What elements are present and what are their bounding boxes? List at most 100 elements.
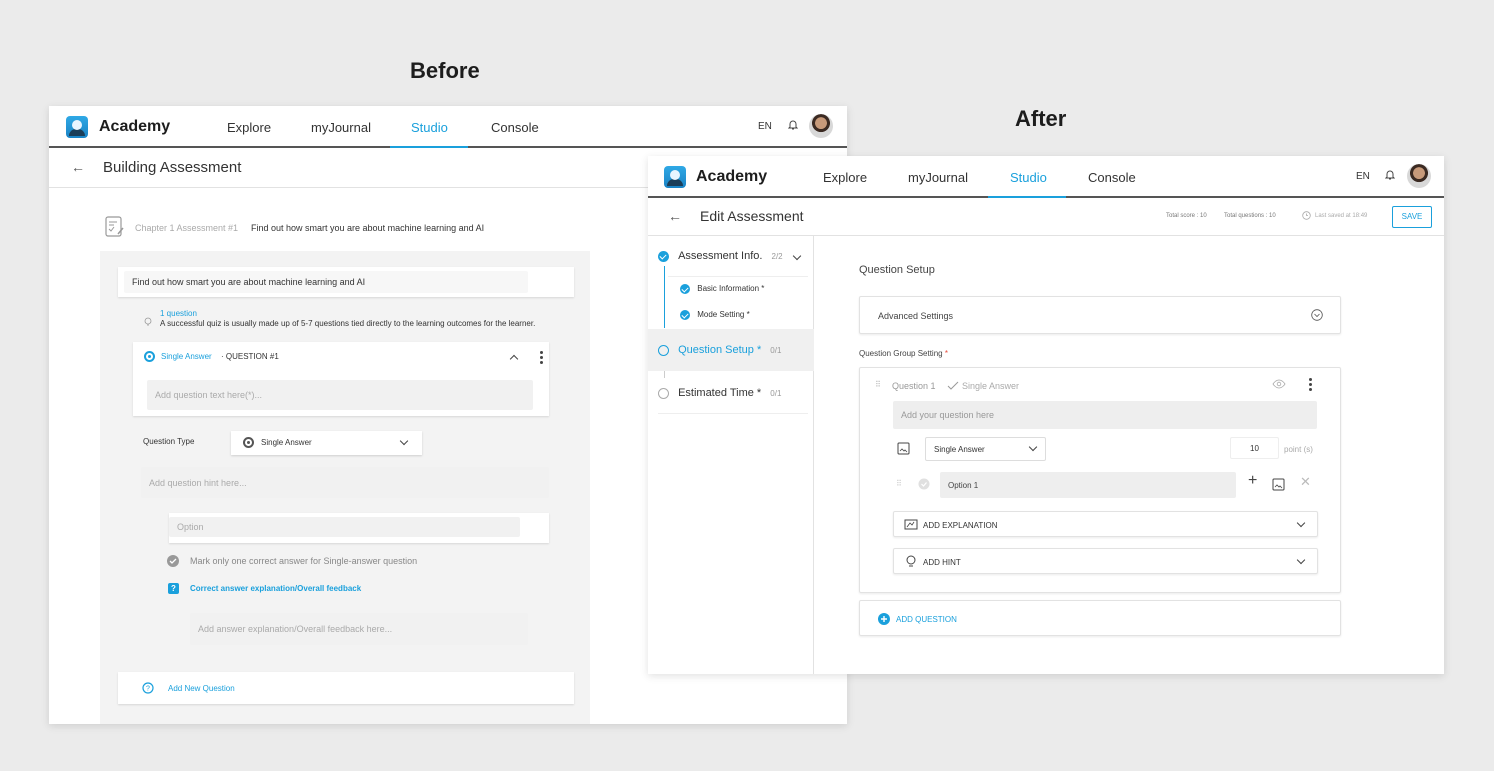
- after-caption: After: [1015, 106, 1067, 131]
- total-questions: Total questions : 10: [1224, 213, 1276, 219]
- page-title: Edit Assessment: [700, 208, 804, 224]
- add-question-card[interactable]: ADD QUESTION: [859, 600, 1341, 636]
- step-basic-information[interactable]: Basic Information *: [680, 284, 846, 294]
- question-text-input[interactable]: Add question text here(*)...: [147, 380, 533, 410]
- language-switch[interactable]: EN: [758, 121, 772, 132]
- back-arrow-icon[interactable]: ←: [71, 159, 85, 175]
- points-unit: point (s): [1284, 445, 1313, 454]
- nav-studio[interactable]: Studio: [1010, 170, 1047, 185]
- question-type-label: Question Type: [143, 437, 195, 446]
- check-circle-icon[interactable]: [918, 478, 930, 490]
- breadcrumb-prefix: Chapter 1 Assessment #1: [135, 223, 239, 233]
- radio-icon: [243, 437, 254, 448]
- divider: [658, 413, 808, 414]
- circle-icon: [658, 387, 669, 399]
- page-title: Building Assessment: [103, 159, 242, 176]
- add-new-question-button[interactable]: Add New Question: [168, 684, 235, 693]
- bell-icon[interactable]: [788, 119, 798, 131]
- total-score: Total score : 10: [1166, 213, 1207, 219]
- add-question-button[interactable]: ADD QUESTION: [896, 615, 957, 624]
- question-label: Question 1: [892, 381, 936, 391]
- explanation-input[interactable]: Add answer explanation/Overall feedback …: [190, 613, 528, 645]
- check-circle-icon: [680, 310, 690, 320]
- question-count: 1 question: [160, 309, 197, 318]
- back-arrow-icon[interactable]: ←: [668, 208, 682, 224]
- chevron-down-icon: [792, 251, 802, 261]
- question-input[interactable]: Add your question here: [893, 401, 1317, 429]
- question-type-value: Single Answer: [261, 438, 312, 447]
- avatar[interactable]: [809, 114, 833, 138]
- add-option-icon[interactable]: +: [1248, 472, 1257, 490]
- language-switch[interactable]: EN: [1356, 171, 1370, 182]
- more-options-icon[interactable]: [1309, 378, 1312, 393]
- help-square-icon: ?: [168, 583, 179, 594]
- step-progress: 2/2: [771, 252, 783, 261]
- tip-text: A successful quiz is usually made up of …: [160, 319, 536, 328]
- step-mode-setting[interactable]: Mode Setting *: [680, 310, 846, 320]
- drag-handle-icon[interactable]: ⠿: [875, 380, 881, 389]
- step-label: Assessment Info.: [678, 250, 763, 262]
- required-mark: *: [944, 349, 948, 358]
- assessment-name-card: Find out how smart you are about machine…: [118, 267, 574, 297]
- drag-handle-icon[interactable]: ⠿: [896, 479, 902, 488]
- chevron-down-icon: [399, 436, 409, 446]
- step-question-setup[interactable]: Question Setup * 0/1: [658, 344, 824, 356]
- check-circle-icon[interactable]: [167, 555, 179, 567]
- clock-icon: [1302, 211, 1311, 220]
- assessment-name-input[interactable]: Find out how smart you are about machine…: [124, 271, 528, 293]
- collapse-chevron-icon[interactable]: [509, 354, 519, 364]
- lightbulb-icon: [906, 555, 916, 567]
- advanced-settings-card[interactable]: Advanced Settings: [859, 296, 1341, 334]
- expand-circle-icon[interactable]: [1311, 309, 1323, 321]
- nav-console[interactable]: Console: [491, 120, 539, 135]
- step-assessment-info[interactable]: Assessment Info. 2/2: [658, 250, 824, 262]
- nav-console[interactable]: Console: [1088, 170, 1136, 185]
- step-connector: [664, 266, 665, 328]
- question-card: Single Answer · QUESTION #1 Add question…: [133, 342, 549, 416]
- after-screenshot: Academy Explore myJournal Studio Console…: [648, 156, 1444, 674]
- nav-myjournal[interactable]: myJournal: [908, 170, 968, 185]
- advanced-settings-label: Advanced Settings: [878, 311, 954, 321]
- close-icon[interactable]: ✕: [1300, 474, 1311, 490]
- save-button[interactable]: SAVE: [1392, 206, 1432, 228]
- option-input[interactable]: Option: [169, 517, 520, 537]
- points-input[interactable]: 10: [1230, 437, 1279, 459]
- lightbulb-icon: [144, 317, 152, 326]
- bell-icon[interactable]: [1385, 169, 1395, 181]
- academy-logo-icon[interactable]: [66, 116, 88, 138]
- divider: [668, 276, 808, 277]
- chevron-down-icon: [1028, 442, 1038, 452]
- option-input[interactable]: Option 1: [940, 472, 1236, 498]
- step-estimated-time[interactable]: Estimated Time * 0/1: [658, 387, 824, 399]
- image-icon[interactable]: [1272, 478, 1285, 491]
- more-options-icon[interactable]: [540, 351, 543, 366]
- circle-icon: [658, 344, 669, 356]
- add-explanation-row[interactable]: ADD EXPLANATION: [893, 511, 1318, 537]
- image-icon[interactable]: [897, 442, 910, 455]
- avatar[interactable]: [1407, 164, 1431, 188]
- plus-circle-icon: [878, 613, 890, 625]
- answer-type-value: Single Answer: [934, 444, 985, 454]
- nav-explore[interactable]: Explore: [227, 120, 271, 135]
- nav-studio[interactable]: Studio: [411, 120, 448, 135]
- group-setting-label: Question Group Setting *: [859, 349, 948, 358]
- add-hint-label: ADD HINT: [923, 558, 961, 567]
- top-nav: Academy Explore myJournal Studio Console…: [49, 106, 847, 148]
- add-explanation-label: ADD EXPLANATION: [923, 521, 998, 530]
- question-type-select[interactable]: Single Answer: [231, 431, 422, 455]
- add-question-card[interactable]: ? Add New Question: [118, 672, 574, 704]
- question-number: · QUESTION #1: [221, 352, 279, 361]
- hint-input[interactable]: Add question hint here...: [141, 467, 549, 498]
- nav-myjournal[interactable]: myJournal: [311, 120, 371, 135]
- add-hint-row[interactable]: ADD HINT: [893, 548, 1318, 574]
- explanation-link[interactable]: Correct answer explanation/Overall feedb…: [190, 584, 361, 593]
- check-icon: [947, 381, 959, 390]
- chevron-down-icon: [1296, 518, 1306, 528]
- eye-icon[interactable]: [1272, 379, 1286, 389]
- answer-type-select[interactable]: Single Answer: [925, 437, 1046, 461]
- brand-name[interactable]: Academy: [696, 168, 767, 186]
- mark-correct-text: Mark only one correct answer for Single-…: [190, 556, 418, 566]
- brand-name[interactable]: Academy: [99, 118, 170, 136]
- nav-explore[interactable]: Explore: [823, 170, 867, 185]
- academy-logo-icon[interactable]: [664, 166, 686, 188]
